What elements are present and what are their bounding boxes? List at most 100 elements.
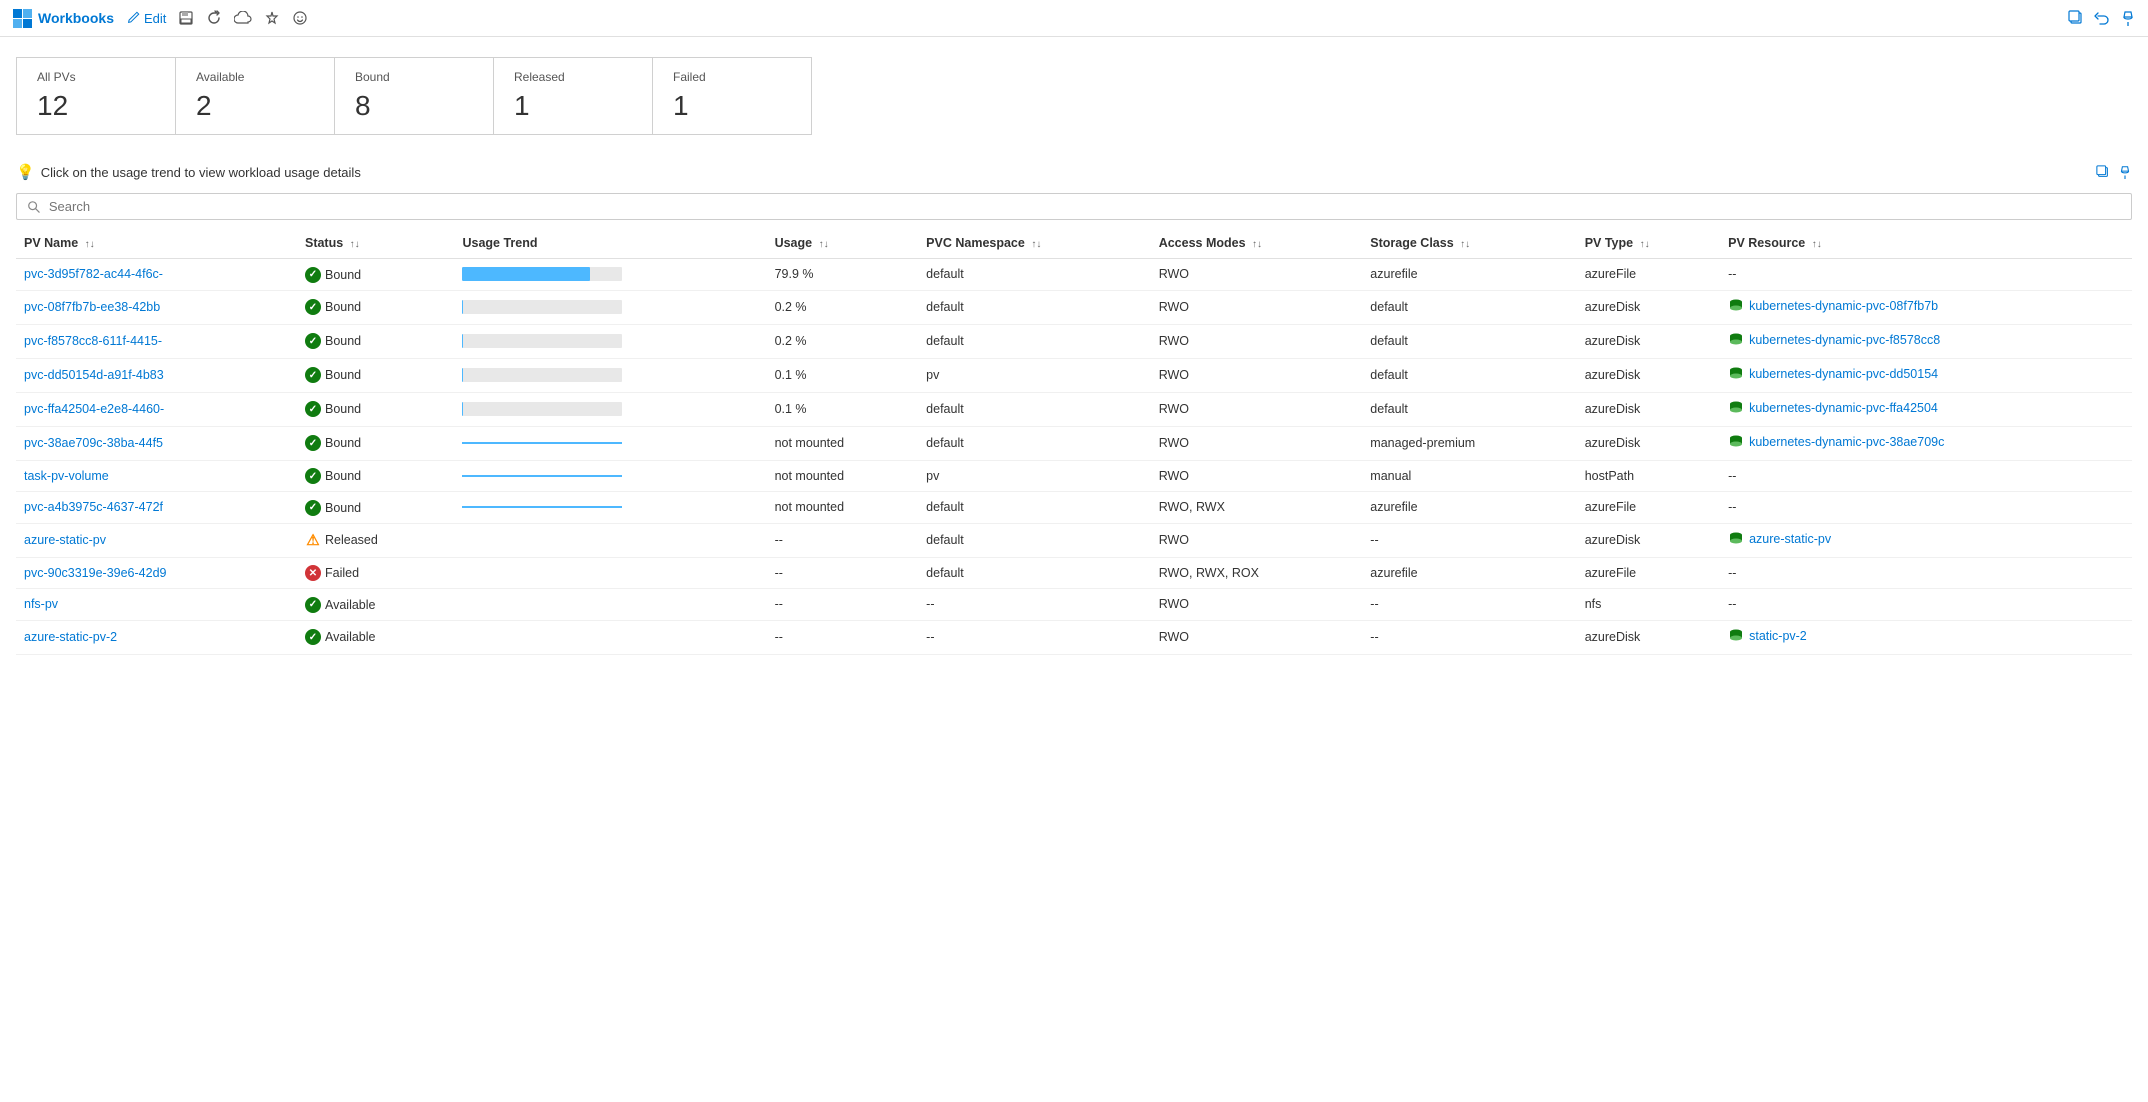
col-pvc-namespace[interactable]: PVC Namespace ↑↓ (918, 228, 1151, 259)
usage-trend-cell[interactable] (454, 589, 766, 621)
status-icon: ✓ (305, 299, 321, 315)
pv-resource-link[interactable]: kubernetes-dynamic-pvc-dd50154 (1749, 367, 1938, 381)
stat-label-available: Available (196, 70, 314, 84)
usage-trend-cell[interactable] (454, 460, 766, 492)
usage-trend-cell[interactable] (454, 290, 766, 324)
col-pv-name[interactable]: PV Name ↑↓ (16, 228, 297, 259)
table-row: pvc-3d95f782-ac44-4f6c-✓Bound79.9 %defau… (16, 259, 2132, 291)
status-cell: ✓Bound (297, 492, 455, 524)
pv-name-link[interactable]: pvc-38ae709c-38ba-44f5 (24, 436, 163, 450)
pv-table: PV Name ↑↓ Status ↑↓ Usage Trend Usage ↑… (16, 228, 2132, 655)
access-modes-cell: RWO (1151, 523, 1363, 557)
usage-bar[interactable] (462, 402, 622, 416)
save-icon (178, 10, 194, 26)
col-pv-resource[interactable]: PV Resource ↑↓ (1720, 228, 2132, 259)
col-storage-class[interactable]: Storage Class ↑↓ (1362, 228, 1576, 259)
resource-link[interactable]: static-pv-2 (1728, 628, 1807, 644)
pv-resource-cell: -- (1720, 259, 2132, 291)
usage-bar[interactable] (462, 334, 622, 348)
resource-link[interactable]: kubernetes-dynamic-pvc-ffa42504 (1728, 400, 1938, 416)
pin-button[interactable] (264, 10, 280, 26)
usage-bar[interactable] (462, 300, 622, 314)
status-label: Bound (325, 368, 361, 382)
search-input[interactable] (49, 199, 2121, 214)
pv-type-cell: azureDisk (1577, 426, 1720, 460)
table-row: pvc-90c3319e-39e6-42d9✕Failed--defaultRW… (16, 557, 2132, 589)
edit-button[interactable]: Edit (126, 11, 166, 26)
search-icon (27, 200, 41, 214)
usage-bar[interactable] (462, 368, 622, 382)
disk-icon (1728, 366, 1744, 382)
pin-to-dashboard-button[interactable] (2120, 10, 2136, 26)
resource-link[interactable]: kubernetes-dynamic-pvc-dd50154 (1728, 366, 1938, 382)
resource-link[interactable]: kubernetes-dynamic-pvc-38ae709c (1728, 434, 1944, 450)
resource-link[interactable]: azure-static-pv (1728, 531, 1831, 547)
pvc-namespace-cell: default (918, 557, 1151, 589)
status-label: Bound (325, 268, 361, 282)
usage-trend-cell[interactable] (454, 358, 766, 392)
disk-icon (1728, 628, 1744, 644)
pv-name-link[interactable]: nfs-pv (24, 597, 58, 611)
pv-resource-link[interactable]: azure-static-pv (1749, 532, 1831, 546)
usage-trend-cell[interactable] (454, 392, 766, 426)
status-label: Released (325, 533, 378, 547)
pv-name-link[interactable]: pvc-a4b3975c-4637-472f (24, 500, 163, 514)
pvc-namespace-cell: -- (918, 589, 1151, 621)
table-row: pvc-ffa42504-e2e8-4460-✓Bound0.1 %defaul… (16, 392, 2132, 426)
cloud-button[interactable] (234, 11, 252, 25)
edit-icon (126, 11, 140, 25)
usage-bar[interactable] (462, 267, 622, 281)
status-cell: ✓Available (297, 620, 455, 654)
usage-trend-cell[interactable] (454, 492, 766, 524)
pv-resource-link[interactable]: kubernetes-dynamic-pvc-ffa42504 (1749, 401, 1938, 415)
status-icon: ✓ (305, 597, 321, 613)
status-cell: ✓Available (297, 589, 455, 621)
resource-link[interactable]: kubernetes-dynamic-pvc-f8578cc8 (1728, 332, 1940, 348)
pv-name-link[interactable]: pvc-f8578cc8-611f-4415- (24, 334, 162, 348)
stat-value-all-pvs: 12 (37, 90, 155, 122)
refresh-button[interactable] (206, 10, 222, 26)
pv-resource-link[interactable]: kubernetes-dynamic-pvc-f8578cc8 (1749, 333, 1940, 347)
cloud-icon (234, 11, 252, 25)
usage-trend-cell[interactable] (454, 426, 766, 460)
pv-resource-link[interactable]: static-pv-2 (1749, 629, 1807, 643)
copy-dashboard-button[interactable] (2068, 10, 2084, 26)
pv-name-link[interactable]: pvc-dd50154d-a91f-4b83 (24, 368, 164, 382)
col-access-modes[interactable]: Access Modes ↑↓ (1151, 228, 1363, 259)
pv-resource-link[interactable]: kubernetes-dynamic-pvc-08f7fb7b (1749, 299, 1938, 313)
info-copy-icon (2096, 165, 2110, 179)
pv-resource-link[interactable]: kubernetes-dynamic-pvc-38ae709c (1749, 435, 1944, 449)
resource-link[interactable]: kubernetes-dynamic-pvc-08f7fb7b (1728, 298, 1938, 314)
usage-trend-cell[interactable] (454, 259, 766, 291)
col-pv-type[interactable]: PV Type ↑↓ (1577, 228, 1720, 259)
status-icon: ✓ (305, 367, 321, 383)
pv-name-link[interactable]: pvc-ffa42504-e2e8-4460- (24, 402, 164, 416)
stat-value-bound: 8 (355, 90, 473, 122)
undo-button[interactable] (2094, 10, 2110, 26)
pvc-namespace-cell: default (918, 324, 1151, 358)
pv-name-link[interactable]: pvc-90c3319e-39e6-42d9 (24, 566, 166, 580)
info-copy-button[interactable] (2096, 165, 2110, 179)
col-status[interactable]: Status ↑↓ (297, 228, 455, 259)
usage-trend-cell[interactable] (454, 324, 766, 358)
pv-name-link[interactable]: task-pv-volume (24, 469, 109, 483)
pv-type-cell: azureFile (1577, 492, 1720, 524)
pv-name-link[interactable]: azure-static-pv (24, 533, 106, 547)
info-pin-button[interactable] (2118, 165, 2132, 179)
usage-trend-cell[interactable] (454, 620, 766, 654)
emoji-button[interactable] (292, 10, 308, 26)
access-modes-cell: RWO, RWX, ROX (1151, 557, 1363, 589)
col-usage[interactable]: Usage ↑↓ (767, 228, 919, 259)
pv-name-link[interactable]: azure-static-pv-2 (24, 630, 117, 644)
usage-trend-cell[interactable] (454, 523, 766, 557)
pv-resource-cell: static-pv-2 (1720, 620, 2132, 654)
col-usage-trend[interactable]: Usage Trend (454, 228, 766, 259)
usage-trend-cell[interactable] (454, 557, 766, 589)
pv-resource-cell: kubernetes-dynamic-pvc-dd50154 (1720, 358, 2132, 392)
pvc-namespace-cell: -- (918, 620, 1151, 654)
save-button[interactable] (178, 10, 194, 26)
search-bar[interactable] (16, 193, 2132, 220)
pv-name-link[interactable]: pvc-3d95f782-ac44-4f6c- (24, 267, 163, 281)
pv-name-link[interactable]: pvc-08f7fb7b-ee38-42bb (24, 300, 160, 314)
status-cell: ✕Failed (297, 557, 455, 589)
